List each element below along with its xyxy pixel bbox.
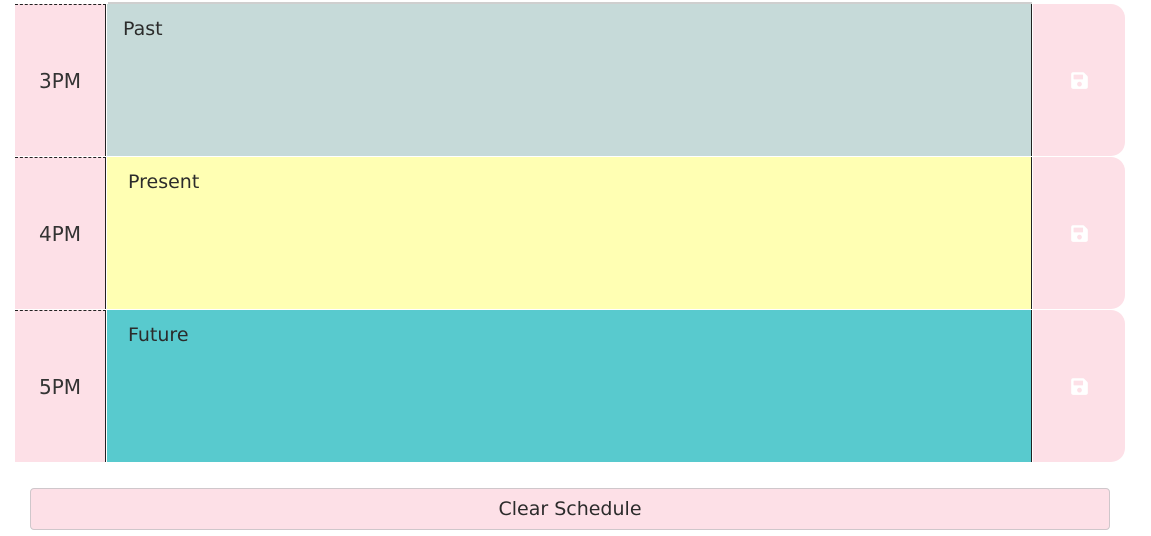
event-description-input[interactable]: Future [107,310,1032,462]
hour-label: 5PM [15,310,106,462]
time-block-row: 5PM Future [15,310,1125,462]
floppy-disk-icon [1070,224,1089,243]
time-block-row: 4PM Present [15,157,1125,309]
floppy-disk-icon [1070,71,1089,90]
save-button[interactable] [1033,310,1125,462]
hour-label: 3PM [15,4,106,156]
floppy-disk-icon [1070,377,1089,396]
hour-label: 4PM [15,157,106,309]
event-description-input[interactable]: Past [107,4,1032,156]
clear-schedule-button[interactable]: Clear Schedule [30,488,1110,530]
event-description-input[interactable]: Present [107,157,1032,309]
time-block-row: 3PM Past [15,4,1125,156]
save-button[interactable] [1033,4,1125,156]
save-button[interactable] [1033,157,1125,309]
